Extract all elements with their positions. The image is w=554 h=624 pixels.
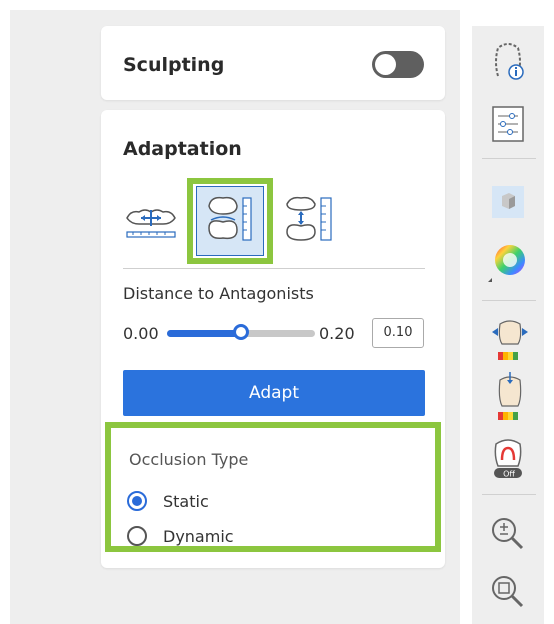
radio-dynamic-label[interactable]: Dynamic <box>163 527 234 546</box>
adaptation-title: Adaptation <box>123 138 242 160</box>
tooth-off-icon: Off <box>494 439 522 479</box>
radio-dynamic[interactable] <box>127 526 147 546</box>
slider-min-value: 0.00 <box>123 324 159 343</box>
slider-max-value: 0.20 <box>319 324 355 343</box>
tooth-spread-colormap-icon <box>492 320 528 360</box>
tooth-spread-button[interactable] <box>488 318 528 360</box>
mode-tooth-distance-button[interactable] <box>187 178 273 264</box>
color-wheel-icon <box>488 245 525 282</box>
adapt-vertical-icon <box>286 196 332 241</box>
settings-button[interactable] <box>488 104 528 144</box>
jaw-info-button[interactable] <box>488 38 528 80</box>
adaptation-card: Adaptation Distance to Antagonists 0.00 … <box>101 110 445 568</box>
occlusion-type-group: Occlusion Type Static Dynamic <box>105 422 441 552</box>
slider-fill <box>167 330 241 337</box>
adapt-horizontal-icon <box>126 209 176 238</box>
toolbar-divider <box>482 300 536 301</box>
radio-static-label[interactable]: Static <box>163 492 209 511</box>
color-wheel-button[interactable] <box>488 240 528 282</box>
zoom-in-out-icon <box>492 518 524 550</box>
distance-value-input[interactable]: 0.10 <box>372 318 424 348</box>
cube-view-icon <box>492 186 524 218</box>
tooth-depth-button[interactable] <box>488 370 528 420</box>
adapt-button[interactable]: Adapt <box>123 370 425 416</box>
mode-horizontal-button[interactable] <box>115 178 187 264</box>
distance-label: Distance to Antagonists <box>123 284 314 303</box>
zoom-fit-button[interactable] <box>488 572 528 612</box>
tooth-depth-colormap-icon <box>498 372 522 420</box>
adapt-tooth-distance-icon <box>208 196 252 241</box>
toolbar-divider <box>482 158 536 159</box>
occlusion-type-title: Occlusion Type <box>129 450 249 469</box>
zoom-fit-icon <box>492 576 524 608</box>
zoom-in-out-button[interactable] <box>488 514 528 554</box>
section-divider <box>123 268 425 269</box>
toggle-knob <box>375 54 396 75</box>
off-badge-label: Off <box>503 470 515 479</box>
distance-slider[interactable] <box>167 324 315 340</box>
mode-vertical-button[interactable] <box>281 178 353 264</box>
sliders-settings-icon <box>492 106 524 142</box>
toolbar-divider <box>482 494 536 495</box>
tooth-off-button[interactable]: Off <box>488 436 528 479</box>
slider-thumb[interactable] <box>233 324 249 340</box>
sculpting-title: Sculpting <box>123 54 225 76</box>
radio-static[interactable] <box>127 491 147 511</box>
sculpting-card: Sculpting <box>101 26 445 100</box>
jaw-info-icon <box>495 43 524 80</box>
sculpting-toggle[interactable] <box>372 51 424 78</box>
cube-view-button[interactable] <box>488 184 528 224</box>
